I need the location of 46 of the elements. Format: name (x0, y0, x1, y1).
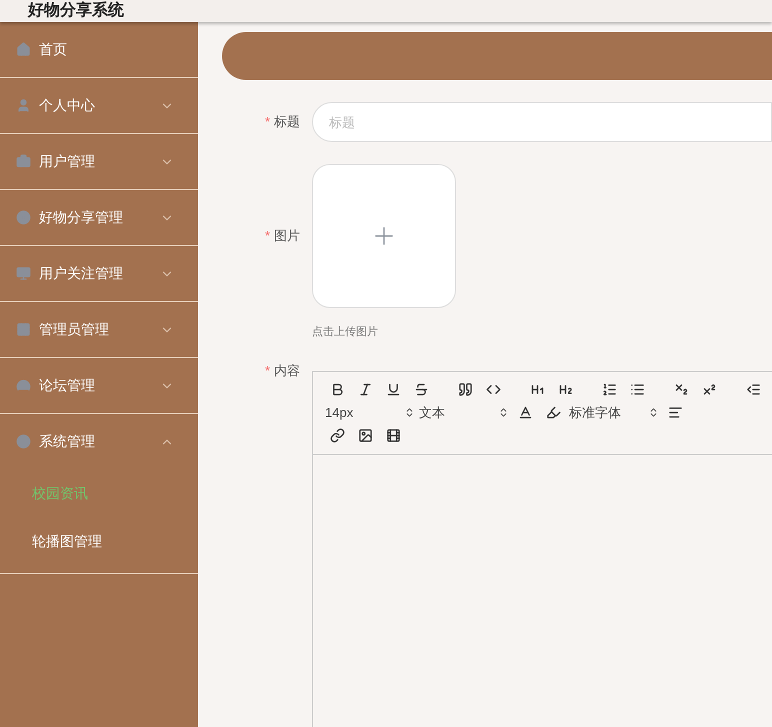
select-arrow-icon (648, 407, 659, 418)
sidebar-item[interactable]: 论坛管理 (0, 358, 198, 413)
sidebar-item[interactable]: 系统管理 (0, 414, 198, 469)
highlight-icon[interactable] (546, 405, 560, 420)
required-asterisk: * (264, 227, 270, 245)
sidebar-item[interactable]: 好物分享管理 (0, 190, 198, 245)
field-label: 图片 (274, 227, 300, 245)
film-icon[interactable] (386, 428, 400, 443)
app-title: 好物分享系统 (28, 3, 124, 19)
subscript-icon[interactable] (674, 382, 688, 397)
ordered-list-icon[interactable] (602, 382, 616, 397)
home-icon (16, 42, 31, 57)
sidebar-item[interactable]: 用户管理 (0, 134, 198, 189)
heading-one-icon[interactable] (530, 382, 544, 397)
quote-icon[interactable] (458, 382, 472, 397)
italic-icon[interactable] (358, 382, 372, 397)
sidebar-item[interactable]: 管理员管理 (0, 302, 198, 357)
code-icon[interactable] (486, 382, 500, 397)
submenu-item[interactable]: 轮播图管理 (0, 517, 198, 565)
field-label: 内容 (274, 362, 300, 380)
field-label: 标题 (274, 113, 300, 132)
underline-icon[interactable] (386, 382, 400, 397)
select-arrow-icon (498, 407, 509, 418)
toolbar-select[interactable]: 文本 (419, 402, 509, 422)
link-icon[interactable] (330, 428, 344, 443)
required-asterisk: * (264, 362, 270, 380)
sidebar-item[interactable]: 首页 (0, 22, 198, 77)
align-icon[interactable] (668, 405, 682, 420)
strikethrough-icon[interactable] (414, 382, 428, 397)
sidebar-item[interactable]: 个人中心 (0, 78, 198, 133)
image-icon[interactable] (358, 428, 372, 443)
monitor-icon (16, 266, 31, 281)
superscript-icon[interactable] (702, 382, 716, 397)
toolbar-select[interactable]: 14px (325, 402, 415, 422)
toolbar-select[interactable]: 标准字体 (569, 402, 659, 422)
select-arrow-icon (404, 407, 415, 418)
heading-two-icon[interactable] (558, 382, 572, 397)
bullet-list-icon[interactable] (630, 382, 644, 397)
title-input[interactable]: 标题 (312, 102, 772, 142)
font-color-icon[interactable] (518, 405, 532, 420)
required-asterisk: * (264, 113, 270, 132)
briefcase-icon (16, 154, 31, 169)
sidebar-item[interactable]: 用户关注管理 (0, 246, 198, 301)
outdent-icon[interactable] (746, 382, 760, 397)
user-icon (16, 98, 31, 113)
upload-hint: 点击上传图片 (312, 324, 379, 340)
